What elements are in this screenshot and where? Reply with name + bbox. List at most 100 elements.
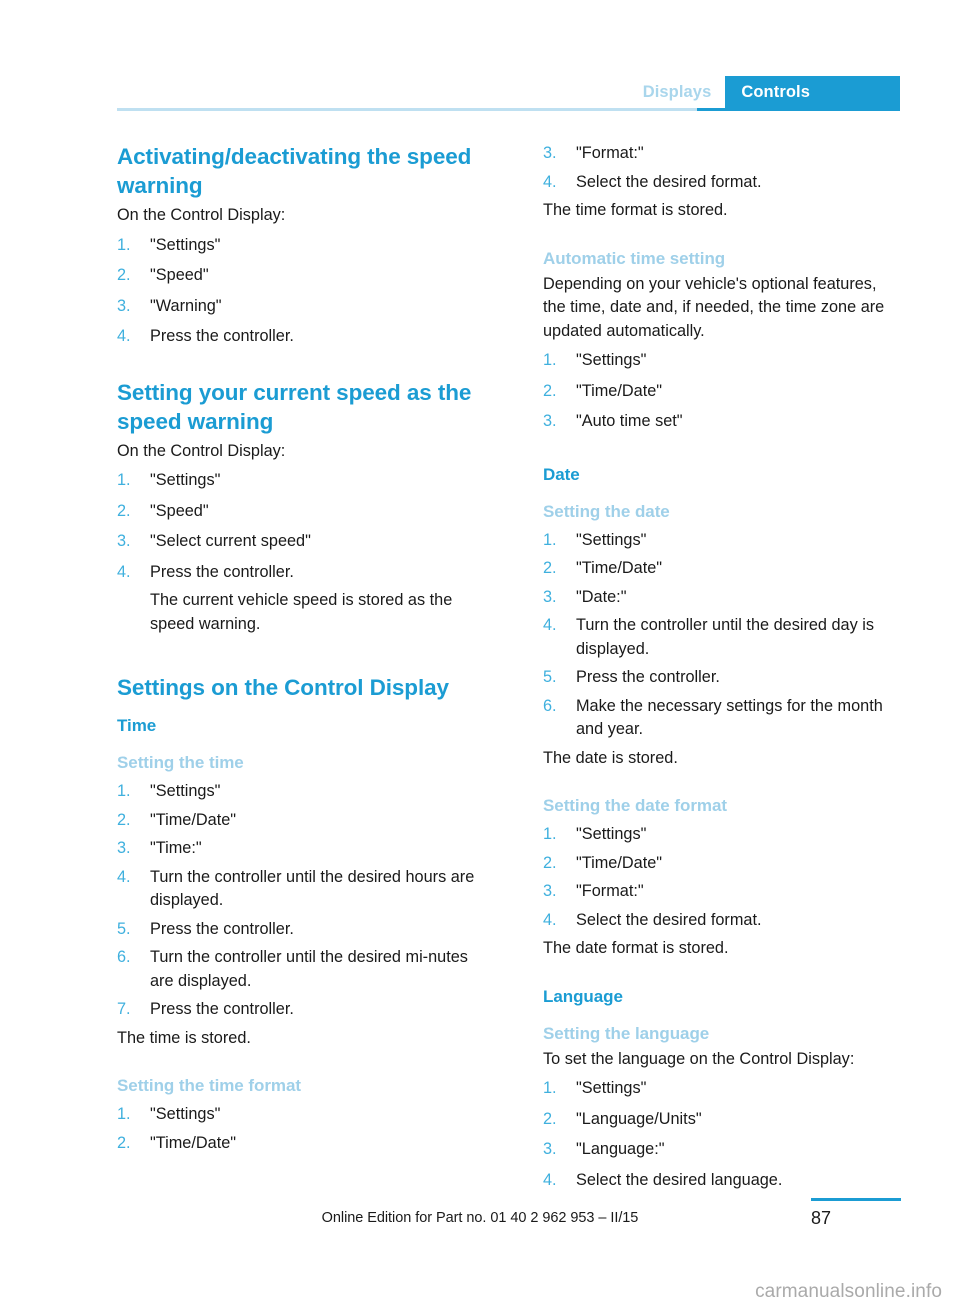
page-header: Displays Controls bbox=[117, 76, 900, 108]
step-number: 2. bbox=[117, 501, 131, 520]
step-text: Press the controller. bbox=[150, 1000, 294, 1018]
step-text: "Time:" bbox=[150, 839, 202, 857]
closing-time-stored: The time is stored. bbox=[117, 1028, 251, 1047]
step-text: Turn the controller until the desired da… bbox=[576, 616, 875, 658]
step-number: 1. bbox=[117, 471, 131, 489]
step-text: Select the desired language. bbox=[576, 1170, 783, 1189]
step-number: 7. bbox=[117, 1000, 131, 1018]
step-number: 3. bbox=[117, 296, 131, 315]
list-item: 4. Turn the controller until the desired… bbox=[543, 614, 903, 661]
step-text: "Settings" bbox=[576, 825, 647, 843]
document-page: Displays Controls Activating/deactivatin… bbox=[0, 0, 960, 1315]
step-text: "Settings" bbox=[576, 351, 647, 369]
list-item: 3. "Language:" bbox=[543, 1138, 903, 1162]
step-text: "Format:" bbox=[576, 882, 644, 900]
list-item: 4. Press the controller. bbox=[117, 325, 477, 349]
list-item: 2. "Time/Date" bbox=[117, 809, 477, 833]
step-text: Make the necessary settings for the mont… bbox=[576, 696, 883, 739]
header-divider-active-segment bbox=[697, 108, 900, 111]
step-number: 2. bbox=[543, 559, 557, 577]
tab-controls[interactable]: Controls bbox=[725, 76, 900, 108]
heading-settings-on-control-display: Settings on the Control Display bbox=[117, 675, 449, 700]
heading-automatic-time-setting: Automatic time setting bbox=[543, 248, 726, 268]
step-number: 3. bbox=[543, 587, 557, 606]
step-text: Select the desired format. bbox=[576, 910, 762, 929]
list-item: 1. "Settings" bbox=[543, 1077, 903, 1101]
step-number: 6. bbox=[543, 696, 557, 715]
steps-setting-date-format: 1. "Settings" 2. "Time/Date" 3. "Format:… bbox=[543, 823, 903, 932]
step-number: 2. bbox=[117, 266, 131, 284]
list-item: 2. "Time/Date" bbox=[117, 1132, 477, 1156]
step-text: "Settings" bbox=[150, 235, 221, 254]
list-item: 3. "Warning" bbox=[117, 295, 477, 319]
closing-date-format-stored: The date format is stored. bbox=[543, 939, 729, 957]
list-item: 7. Press the controller. bbox=[117, 998, 477, 1022]
steps-setting-the-language: 1. "Settings" 2. "Language/Units" 3. "La… bbox=[543, 1077, 903, 1192]
heading-activating-deactivating-speed-warning: Activating/deactivating the speed warnin… bbox=[117, 144, 472, 198]
step-text: "Time/Date" bbox=[150, 1133, 237, 1152]
step-number: 2. bbox=[543, 1109, 557, 1128]
step-text: Press the controller. bbox=[150, 919, 294, 938]
list-item: 3. "Date:" bbox=[543, 586, 903, 610]
step-number: 4. bbox=[543, 172, 557, 191]
intro-control-display-2: On the Control Display: bbox=[117, 441, 286, 460]
intro-automatic-time-setting: Depending on your vehicle's optional fea… bbox=[543, 274, 885, 340]
header-divider bbox=[117, 108, 900, 111]
step-number: 3. bbox=[543, 1140, 557, 1158]
step-number: 3. bbox=[543, 144, 557, 162]
heading-language: Language bbox=[543, 986, 623, 1006]
step-number: 5. bbox=[543, 668, 557, 686]
step-number: 4. bbox=[543, 1170, 557, 1189]
step-text: "Settings" bbox=[576, 530, 647, 549]
list-item: 2. "Time/Date" bbox=[543, 380, 903, 404]
step-number: 1. bbox=[117, 782, 131, 800]
step-text: "Auto time set" bbox=[576, 412, 683, 430]
list-item: 4. Select the desired format. bbox=[543, 909, 903, 933]
intro-control-display-1: On the Control Display: bbox=[117, 206, 286, 224]
steps-automatic-time-setting: 1. "Settings" 2. "Time/Date" 3. "Auto ti… bbox=[543, 349, 903, 434]
heading-setting-the-language: Setting the language bbox=[543, 1023, 710, 1043]
step-text: Press the controller. bbox=[150, 327, 294, 345]
content-columns: Activating/deactivating the speed warnin… bbox=[117, 142, 903, 1199]
list-item: 3. "Format:" bbox=[543, 880, 903, 904]
list-item: 2. "Language/Units" bbox=[543, 1108, 903, 1132]
step-text: "Language/Units" bbox=[576, 1109, 702, 1128]
step-number: 2. bbox=[543, 853, 557, 872]
step-text: "Settings" bbox=[150, 782, 221, 800]
step-sub-text: The current vehicle speed is stored as t… bbox=[150, 591, 453, 633]
header-tab-group: Displays Controls bbox=[631, 76, 900, 108]
list-item: 3. "Select current speed" bbox=[117, 530, 477, 554]
steps-setting-the-time: 1. "Settings" 2. "Time/Date" 3. "Time:" … bbox=[117, 780, 477, 1022]
list-item: 2. "Speed" bbox=[117, 264, 477, 288]
step-text: "Settings" bbox=[576, 1079, 647, 1097]
list-item: 3. "Format:" bbox=[543, 142, 903, 166]
site-watermark: carmanualsonline.info bbox=[755, 1281, 942, 1302]
list-item: 2. "Time/Date" bbox=[543, 557, 903, 581]
list-item: 1. "Settings" bbox=[543, 823, 903, 847]
step-number: 2. bbox=[117, 810, 131, 829]
tab-displays[interactable]: Displays bbox=[631, 76, 726, 108]
list-item: 1. "Settings" bbox=[117, 1103, 477, 1127]
intro-setting-the-language: To set the language on the Control Displ… bbox=[543, 1049, 855, 1068]
step-number: 2. bbox=[543, 381, 557, 400]
heading-date: Date bbox=[543, 464, 580, 484]
step-number: 1. bbox=[543, 825, 557, 843]
page-number-rule bbox=[811, 1198, 901, 1201]
step-text: "Time/Date" bbox=[576, 381, 663, 400]
step-number: 3. bbox=[117, 839, 131, 857]
step-text: "Language:" bbox=[576, 1140, 665, 1158]
step-number: 1. bbox=[543, 530, 557, 549]
list-item: 1. "Settings" bbox=[543, 349, 903, 373]
step-number: 1. bbox=[117, 1105, 131, 1123]
heading-setting-the-time-format: Setting the time format bbox=[117, 1076, 301, 1095]
step-number: 4. bbox=[543, 910, 557, 929]
step-text: "Warning" bbox=[150, 296, 222, 315]
